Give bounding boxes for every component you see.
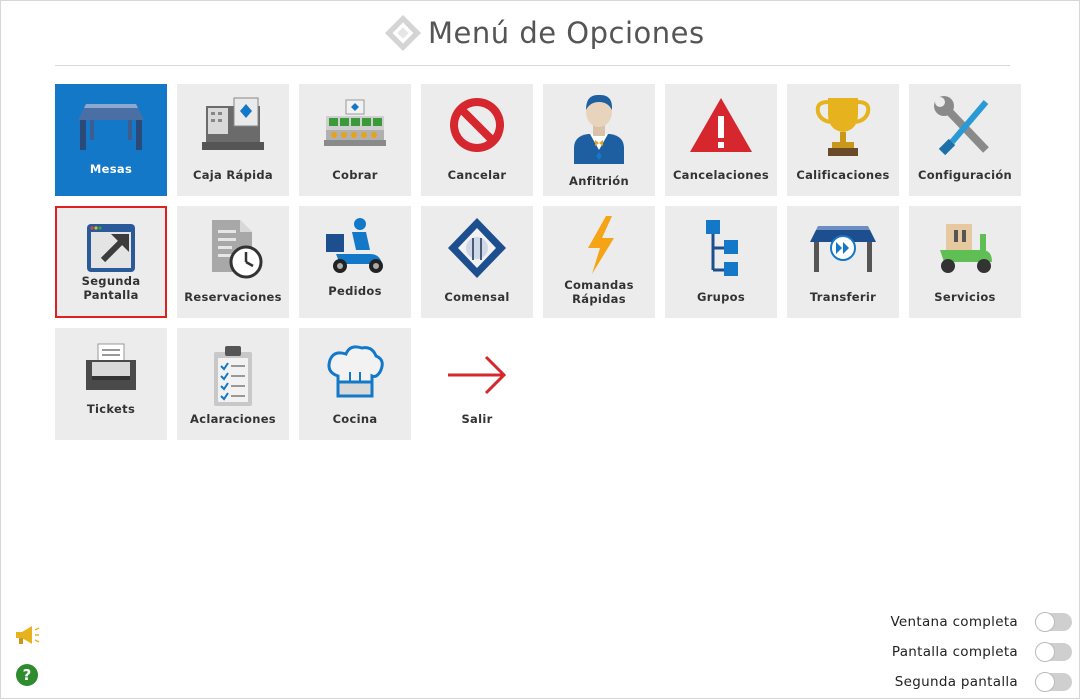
tile-tickets[interactable]: Tickets bbox=[55, 328, 167, 440]
tile-label: Calificaciones bbox=[796, 168, 890, 182]
tile-aclaraciones[interactable]: Aclaraciones bbox=[177, 328, 289, 440]
host-icon bbox=[543, 90, 655, 164]
logo-icon bbox=[384, 14, 422, 52]
tile-label: Pedidos bbox=[328, 284, 382, 298]
delivery-scooter-icon bbox=[299, 216, 411, 284]
tile-label: Salir bbox=[461, 412, 493, 426]
tile-reservaciones[interactable]: Reservaciones bbox=[177, 206, 289, 318]
tile-label: Mesas bbox=[89, 162, 133, 176]
tile-pedidos[interactable]: Pedidos bbox=[299, 206, 411, 318]
toggle-pantalla-completa[interactable]: Pantalla completa bbox=[892, 642, 1072, 662]
tile-caja-rapida[interactable]: Caja Rápida bbox=[177, 84, 289, 196]
tile-label: Grupos bbox=[696, 290, 746, 304]
ticket-printer-icon bbox=[55, 340, 167, 408]
tile-label: Anfitrión bbox=[569, 174, 629, 188]
table-icon bbox=[55, 94, 167, 162]
document-clock-icon bbox=[177, 216, 289, 284]
tile-label: Aclaraciones bbox=[190, 412, 276, 426]
tile-configuracion[interactable]: Configuración bbox=[909, 84, 1021, 196]
trophy-icon bbox=[787, 94, 899, 162]
ventana-completa-switch[interactable] bbox=[1035, 612, 1072, 632]
toggle-segunda-pantalla[interactable]: Segunda pantalla bbox=[895, 672, 1072, 692]
tile-servicios[interactable]: Servicios bbox=[909, 206, 1021, 318]
tile-label: Cocina bbox=[332, 412, 378, 426]
svg-text:?: ? bbox=[23, 666, 32, 684]
tile-comandas-rapidas[interactable]: Comandas Rápidas bbox=[543, 206, 655, 318]
tile-label: Transferir bbox=[809, 290, 877, 304]
clipboard-checklist-icon bbox=[177, 346, 289, 414]
page-title: Menú de Opciones bbox=[428, 16, 705, 50]
tile-label: Reservaciones bbox=[184, 290, 282, 304]
toggle-ventana-completa[interactable]: Ventana completa bbox=[890, 612, 1072, 632]
cash-drawer-icon bbox=[299, 94, 411, 162]
chef-hat-icon bbox=[299, 342, 411, 410]
header: Menú de Opciones bbox=[0, 14, 1080, 54]
tile-cocina[interactable]: Cocina bbox=[299, 328, 411, 440]
tile-label: Caja Rápida bbox=[193, 168, 273, 182]
cash-register-icon bbox=[177, 94, 289, 162]
tile-label: Servicios bbox=[934, 290, 996, 304]
lightning-icon bbox=[543, 214, 655, 282]
tile-label: Configuración bbox=[917, 168, 1013, 182]
tile-label: Cobrar bbox=[332, 168, 378, 182]
tile-segunda-pantalla[interactable]: Segunda Pantalla bbox=[55, 206, 167, 318]
toggle-label: Pantalla completa bbox=[891, 644, 1018, 660]
tile-label: Tickets bbox=[86, 402, 136, 416]
transfer-table-icon bbox=[787, 216, 899, 284]
tile-label: Comandas Rápidas bbox=[564, 278, 634, 306]
hierarchy-icon bbox=[665, 216, 777, 284]
toggle-label: Segunda pantalla bbox=[894, 674, 1018, 690]
tile-anfitrion[interactable]: Anfitrión bbox=[543, 84, 655, 196]
tile-transferir[interactable]: Transferir bbox=[787, 206, 899, 318]
tile-grupos[interactable]: Grupos bbox=[665, 206, 777, 318]
header-divider bbox=[55, 65, 1010, 66]
tile-salir[interactable]: Salir bbox=[421, 328, 533, 440]
tile-comensal[interactable]: Comensal bbox=[421, 206, 533, 318]
pantalla-completa-switch[interactable] bbox=[1035, 642, 1072, 662]
tools-icon bbox=[909, 94, 1021, 162]
arrow-right-icon bbox=[421, 348, 533, 416]
tile-label: Cancelar bbox=[447, 168, 507, 182]
tile-label: Segunda Pantalla bbox=[81, 274, 141, 302]
tile-calificaciones[interactable]: Calificaciones bbox=[787, 84, 899, 196]
tile-cancelar[interactable]: Cancelar bbox=[421, 84, 533, 196]
segunda-pantalla-switch[interactable] bbox=[1035, 672, 1072, 692]
help-icon[interactable]: ? bbox=[16, 664, 38, 686]
tile-cobrar[interactable]: Cobrar bbox=[299, 84, 411, 196]
prohibited-icon bbox=[421, 94, 533, 162]
warning-icon bbox=[665, 94, 777, 162]
tile-label: Comensal bbox=[444, 290, 510, 304]
toggle-label: Ventana completa bbox=[890, 614, 1018, 630]
tile-cancelaciones[interactable]: Cancelaciones bbox=[665, 84, 777, 196]
tile-mesas[interactable]: Mesas bbox=[55, 84, 167, 196]
tile-label: Cancelaciones bbox=[672, 168, 770, 182]
megaphone-icon[interactable] bbox=[14, 625, 40, 645]
diner-icon bbox=[421, 216, 533, 284]
service-scooter-icon bbox=[909, 216, 1021, 284]
